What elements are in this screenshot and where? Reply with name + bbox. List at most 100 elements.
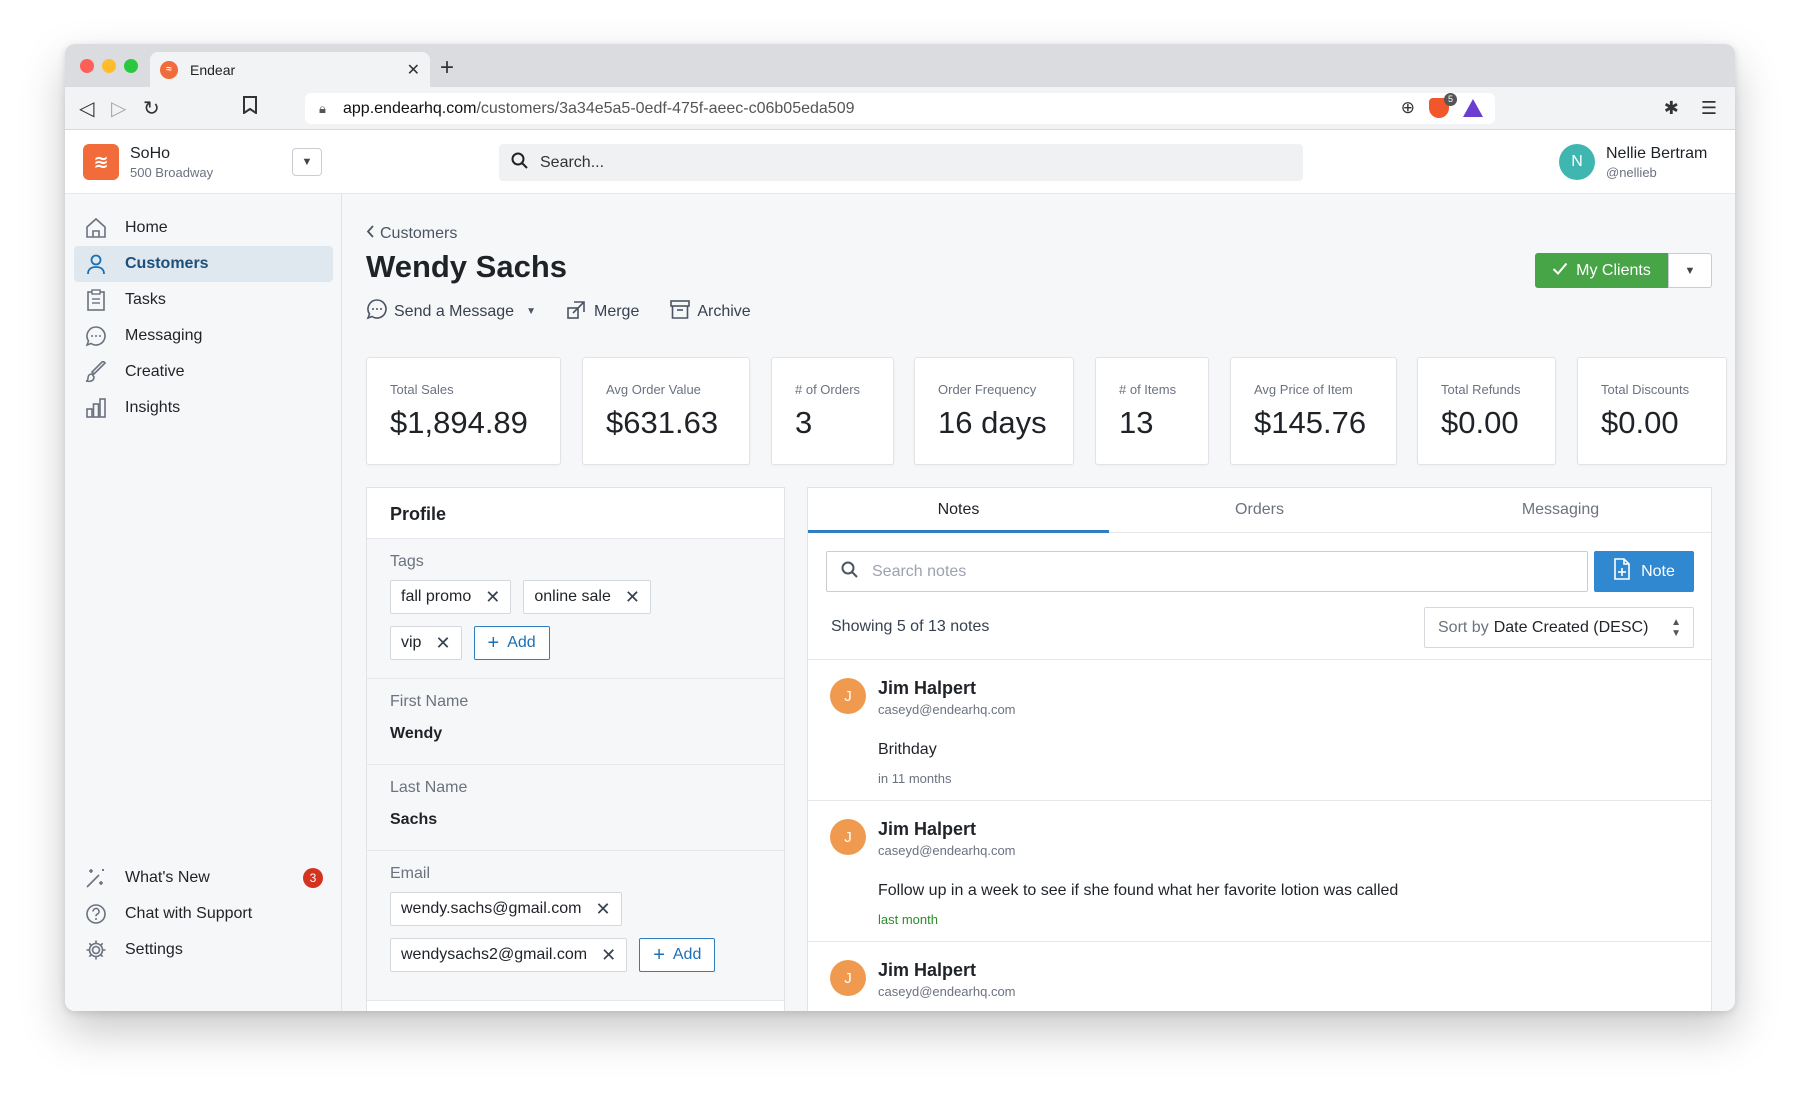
- stat-label: Order Frequency: [938, 382, 1037, 397]
- remove-tag-icon[interactable]: ✕: [435, 633, 450, 654]
- caret-down-icon: ▼: [526, 306, 536, 317]
- sidebar-item-messaging[interactable]: Messaging: [74, 318, 333, 354]
- archive-label: Archive: [697, 302, 751, 320]
- avatar[interactable]: N: [1559, 144, 1595, 180]
- new-tab-icon[interactable]: +: [440, 54, 454, 82]
- last-name-label: Last Name: [390, 779, 468, 796]
- sidebar: Home Customers Tasks Messaging Creative: [65, 194, 342, 1011]
- send-message-button[interactable]: Send a Message ▼: [366, 298, 536, 325]
- sidebar-item-tasks[interactable]: Tasks: [74, 282, 333, 318]
- url-host: app.endearhq.com: [343, 99, 477, 117]
- tag-chip: vip ✕: [390, 626, 462, 660]
- stat-card-total-discounts: Total Discounts $0.00: [1577, 357, 1727, 465]
- stat-value: 3: [795, 405, 813, 440]
- note-author: Jim Halpert: [878, 678, 977, 698]
- store-switcher-button[interactable]: ▼: [292, 148, 322, 176]
- bookmark-icon[interactable]: [243, 96, 257, 119]
- remove-tag-icon[interactable]: ✕: [485, 587, 500, 608]
- tab-notes[interactable]: Notes: [808, 488, 1109, 533]
- reload-icon[interactable]: ↻: [143, 96, 160, 121]
- remove-email-icon[interactable]: ✕: [595, 899, 610, 920]
- brave-shield-icon[interactable]: 5: [1429, 93, 1457, 118]
- maximize-window-button[interactable]: [124, 59, 138, 73]
- checkmark-icon: [1552, 262, 1568, 280]
- close-window-button[interactable]: [80, 59, 94, 73]
- crosshair-icon[interactable]: ⊕: [1401, 98, 1415, 118]
- merge-icon: [566, 298, 588, 325]
- select-arrows-icon: ▲ ▼: [1671, 616, 1681, 639]
- sidebar-item-insights[interactable]: Insights: [74, 390, 333, 426]
- add-tag-button[interactable]: + Add: [473, 626, 550, 660]
- tab-orders[interactable]: Orders: [1109, 488, 1410, 532]
- store-logo-icon: ≋: [83, 144, 119, 180]
- sidebar-item-label: Settings: [125, 941, 183, 958]
- home-icon: [85, 217, 107, 239]
- add-note-button[interactable]: Note: [1594, 551, 1694, 592]
- note-author-email: caseyd@endearhq.com: [878, 843, 1016, 858]
- sidebar-item-label: Messaging: [125, 327, 203, 344]
- chevron-down-icon: ▼: [301, 156, 313, 168]
- sort-select[interactable]: Sort by Date Created (DESC) ▲ ▼: [1424, 607, 1694, 648]
- back-icon[interactable]: ◁: [79, 96, 94, 121]
- sidebar-item-creative[interactable]: Creative: [74, 354, 333, 390]
- profile-title: Profile: [367, 488, 784, 539]
- breadcrumb[interactable]: Customers: [366, 225, 457, 243]
- archive-button[interactable]: Archive: [669, 298, 751, 325]
- tag-label: online sale: [534, 588, 611, 605]
- first-name-value[interactable]: Wendy: [390, 725, 761, 743]
- email-value: wendy.sachs@gmail.com: [401, 900, 582, 917]
- stat-value: $1,894.89: [390, 405, 528, 440]
- menu-icon[interactable]: ☰: [1701, 98, 1717, 119]
- my-clients-control: My Clients ▼: [1535, 253, 1712, 288]
- sort-prefix: Sort by: [1438, 618, 1489, 636]
- chevron-down-icon: ▼: [1684, 264, 1696, 277]
- my-clients-dropdown-button[interactable]: ▼: [1668, 253, 1712, 288]
- stat-card-total-refunds: Total Refunds $0.00: [1417, 357, 1556, 465]
- customer-actions: Send a Message ▼ Merge Archive: [366, 298, 751, 325]
- email-label: Email: [390, 865, 431, 882]
- remove-tag-icon[interactable]: ✕: [625, 587, 640, 608]
- notification-badge: 3: [303, 868, 323, 888]
- my-clients-button[interactable]: My Clients: [1535, 253, 1668, 288]
- first-name-label: First Name: [390, 693, 469, 710]
- browser-tab[interactable]: ≈ Endear ✕: [150, 52, 430, 87]
- search-icon: [841, 561, 858, 583]
- gear-icon: [85, 939, 107, 961]
- list-item[interactable]: J Jim Halpert caseyd@endearhq.com: [808, 941, 1711, 1011]
- merge-label: Merge: [593, 302, 640, 320]
- notes-search-input[interactable]: Search notes: [826, 551, 1588, 592]
- forward-icon[interactable]: ▷: [111, 96, 126, 121]
- sidebar-item-support[interactable]: Chat with Support: [74, 896, 333, 932]
- list-item[interactable]: J Jim Halpert caseyd@endearhq.com Follow…: [808, 800, 1711, 941]
- global-search-input[interactable]: Search...: [499, 144, 1303, 181]
- remove-email-icon[interactable]: ✕: [601, 945, 616, 966]
- url-bar[interactable]: 🔒︎ app.endearhq.com /customers/3a34e5a5-…: [305, 93, 1495, 124]
- user-name[interactable]: Nellie Bertram: [1606, 145, 1707, 163]
- close-tab-icon[interactable]: ✕: [407, 60, 420, 80]
- sidebar-item-home[interactable]: Home: [74, 210, 333, 246]
- last-name-value[interactable]: Sachs: [390, 811, 761, 829]
- merge-button[interactable]: Merge: [566, 298, 639, 325]
- list-item[interactable]: J Jim Halpert caseyd@endearhq.com Brithd…: [808, 659, 1711, 800]
- extensions-icon[interactable]: ✱: [1664, 98, 1679, 119]
- browser-tab-title: Endear: [190, 61, 236, 78]
- chevron-left-icon: [366, 225, 374, 243]
- bar-chart-icon: [85, 397, 107, 419]
- note-author-email: caseyd@endearhq.com: [878, 702, 1016, 717]
- stat-label: Total Discounts: [1601, 382, 1690, 397]
- breadcrumb-link[interactable]: Customers: [380, 225, 457, 243]
- tags-section: Tags fall promo ✕ online sale ✕ vip ✕ + …: [367, 539, 784, 679]
- app-header: ≋ SoHo 500 Broadway ▼ Search... N Nellie…: [65, 130, 1735, 194]
- brave-rewards-icon[interactable]: [1463, 99, 1483, 117]
- sidebar-item-settings[interactable]: Settings: [74, 932, 333, 968]
- clipboard-icon: [85, 289, 107, 311]
- sidebar-item-customers[interactable]: Customers: [74, 246, 333, 282]
- stat-card-avg-price-item: Avg Price of Item $145.76: [1230, 357, 1397, 465]
- tab-messaging[interactable]: Messaging: [1410, 488, 1711, 532]
- add-email-button[interactable]: + Add: [639, 938, 716, 972]
- minimize-window-button[interactable]: [102, 59, 116, 73]
- sidebar-item-label: Insights: [125, 399, 181, 416]
- browser-window: ≈ Endear ✕ + ◁ ▷ ↻ 🔒︎ app.endearhq.com /…: [65, 44, 1735, 1011]
- sidebar-item-whats-new[interactable]: What's New 3: [74, 860, 333, 896]
- my-clients-label: My Clients: [1576, 261, 1651, 279]
